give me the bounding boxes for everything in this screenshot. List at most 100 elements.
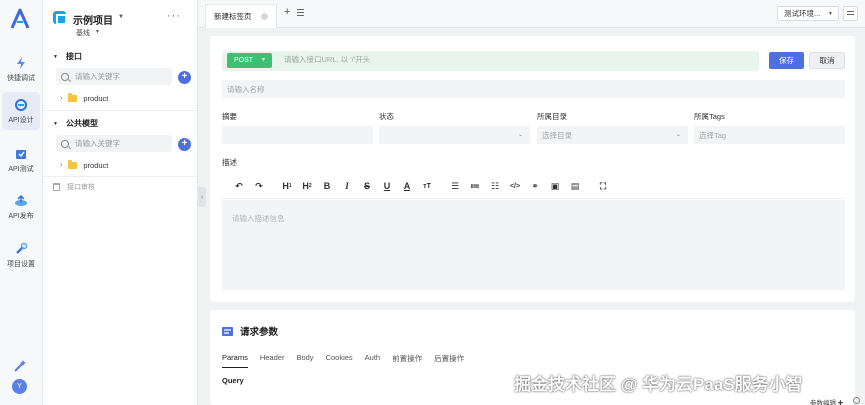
tab-params[interactable]: Params — [222, 353, 248, 368]
help-icon[interactable] — [853, 397, 860, 404]
underline-icon[interactable]: U — [380, 179, 394, 193]
redo-icon[interactable]: ↷ — [252, 179, 266, 193]
divider — [43, 110, 198, 111]
magic-wand-icon[interactable] — [13, 359, 27, 373]
status-select[interactable]: ⌄ — [379, 126, 530, 144]
directory-label: 所属目录 — [537, 112, 567, 121]
bullet-list-icon[interactable]: ☰ — [448, 179, 462, 193]
table-icon[interactable]: ▤ — [568, 179, 582, 193]
font-color-icon[interactable]: A — [400, 179, 414, 193]
search-icon — [61, 139, 69, 148]
description-label: 描述 — [222, 158, 237, 167]
avatar[interactable]: Y — [12, 379, 27, 394]
rail-item-api-design[interactable]: API设计 — [2, 92, 40, 130]
add-model-button[interactable]: + — [178, 138, 191, 151]
summary-label: 摘要 — [222, 112, 237, 121]
link-icon[interactable]: ⚭ — [528, 179, 542, 193]
image-icon[interactable]: ▣ — [548, 179, 562, 193]
params-tabs: Params Header Body Cookies Auth 前置操作 后置操… — [222, 353, 476, 368]
tags-select[interactable]: 选择Tag — [694, 126, 845, 144]
api-search-input[interactable] — [75, 72, 165, 81]
section-public-model[interactable]: ▼ 公共模型 — [53, 118, 98, 129]
api-review-link[interactable]: 接口审核 — [53, 182, 95, 192]
tab-auth[interactable]: Auth — [365, 353, 380, 368]
folder-icon — [68, 93, 78, 102]
heading-2-icon[interactable]: H2 — [300, 179, 314, 193]
section-title: 公共模型 — [65, 119, 98, 128]
tab-body[interactable]: Body — [296, 353, 313, 368]
tab-cookies[interactable]: Cookies — [326, 353, 353, 368]
tab-list-icon[interactable] — [297, 9, 304, 16]
url-input[interactable] — [284, 55, 704, 64]
design-icon — [15, 98, 27, 111]
environment-settings-icon[interactable] — [843, 6, 858, 21]
model-search[interactable] — [56, 135, 172, 152]
tab-pre-operation[interactable]: 前置操作 — [392, 353, 422, 368]
tab-post-operation[interactable]: 后置操作 — [434, 353, 464, 368]
section-api[interactable]: ▼ 接口 — [53, 51, 82, 62]
summary-input[interactable] — [222, 126, 373, 144]
rail-item-api-test[interactable]: API测试 — [2, 141, 40, 179]
description-placeholder: 请输入描述信息 — [232, 214, 285, 223]
directory-placeholder: 选择目录 — [542, 130, 572, 140]
url-bar: POST ▼ — [222, 51, 759, 71]
description-editor[interactable]: 请输入描述信息 — [222, 200, 845, 290]
chevron-down-icon[interactable]: ▼ — [118, 14, 124, 20]
method-select[interactable]: POST ▼ — [227, 53, 272, 68]
close-icon[interactable] — [261, 13, 268, 20]
chevron-down-icon[interactable]: ▼ — [95, 29, 100, 35]
rail-item-api-publish[interactable]: API发布 — [2, 188, 40, 226]
model-search-input[interactable] — [75, 139, 165, 148]
strikethrough-icon[interactable]: S — [360, 179, 374, 193]
project-name[interactable]: 示例项目 — [73, 12, 113, 27]
heading-1-icon[interactable]: H1 — [280, 179, 294, 193]
undo-icon[interactable]: ↶ — [232, 179, 246, 193]
directory-select[interactable]: 选择目录 ⌄ — [537, 126, 688, 144]
tab-new[interactable]: 新建标签页 — [205, 4, 277, 28]
bold-icon[interactable]: B — [320, 179, 334, 193]
api-search[interactable] — [56, 68, 172, 85]
environment-value: 测试环境... — [784, 9, 821, 18]
search-icon — [61, 72, 69, 81]
section-title: 接口 — [65, 52, 82, 61]
method-value: POST — [234, 57, 254, 64]
more-icon[interactable]: ··· — [167, 10, 181, 22]
add-api-button[interactable]: + — [178, 71, 191, 84]
app-logo[interactable] — [9, 8, 31, 30]
tree-item-label: product — [83, 161, 109, 170]
chevron-down-icon: ⌄ — [517, 132, 523, 138]
collapse-sidebar-handle[interactable]: ‹ — [198, 187, 206, 207]
tab-label: 新建标签页 — [214, 12, 252, 21]
tree-item-product[interactable]: › product — [60, 93, 108, 103]
tree-item-product[interactable]: › product — [60, 160, 109, 170]
rail-item-quick-debug[interactable]: 快捷调试 — [2, 50, 40, 88]
code-icon[interactable]: </> — [508, 179, 522, 193]
branch-selector[interactable]: 基线 — [76, 28, 90, 38]
task-list-icon[interactable]: ☷ — [488, 179, 502, 193]
publish-icon — [15, 194, 27, 206]
fullscreen-icon[interactable]: ⛶ — [596, 179, 610, 193]
cancel-button[interactable]: 取消 — [809, 52, 845, 69]
trash-icon — [53, 183, 60, 191]
tab-header[interactable]: Header — [260, 353, 285, 368]
watermark: 掘金技术社区 @ 华为云PaaS服务小智 — [514, 375, 803, 394]
rail-item-project-settings[interactable]: 项目设置 — [2, 236, 40, 274]
save-button[interactable]: 保存 — [769, 52, 804, 69]
chevron-down-icon: ▼ — [261, 57, 266, 63]
api-review-label: 接口审核 — [67, 184, 95, 191]
lightning-icon — [17, 56, 25, 69]
status-label: 状态 — [379, 112, 394, 121]
tab-bar: 新建标签页 + 测试环境... ▼ — [199, 0, 865, 28]
environment-select[interactable]: 测试环境... ▼ — [777, 6, 839, 21]
name-input[interactable] — [222, 80, 845, 98]
triangle-down-icon: ▼ — [53, 120, 58, 127]
project-sidebar: 示例项目 ▼ 基线 ▼ ··· ▼ 接口 + › product ▼ 公共模型 … — [43, 0, 198, 405]
font-size-icon[interactable]: тT — [420, 179, 434, 193]
batch-edit-button[interactable]: 参数编辑 ✚ — [810, 397, 843, 405]
ordered-list-icon[interactable]: ≔ — [468, 179, 482, 193]
api-editor-card: POST ▼ 保存 取消 摘要 状态 所属目录 所属Tags ⌄ 选择目录 ⌄ … — [210, 36, 855, 302]
chevron-right-icon: › — [60, 162, 63, 169]
add-tab-icon[interactable]: + — [284, 6, 290, 18]
editor-toolbar: ↶ ↷ H1 H2 B I S U A тT ☰ ≔ ☷ </> ⚭ ▣ ▤ ⛶ — [222, 173, 845, 199]
italic-icon[interactable]: I — [340, 179, 354, 193]
